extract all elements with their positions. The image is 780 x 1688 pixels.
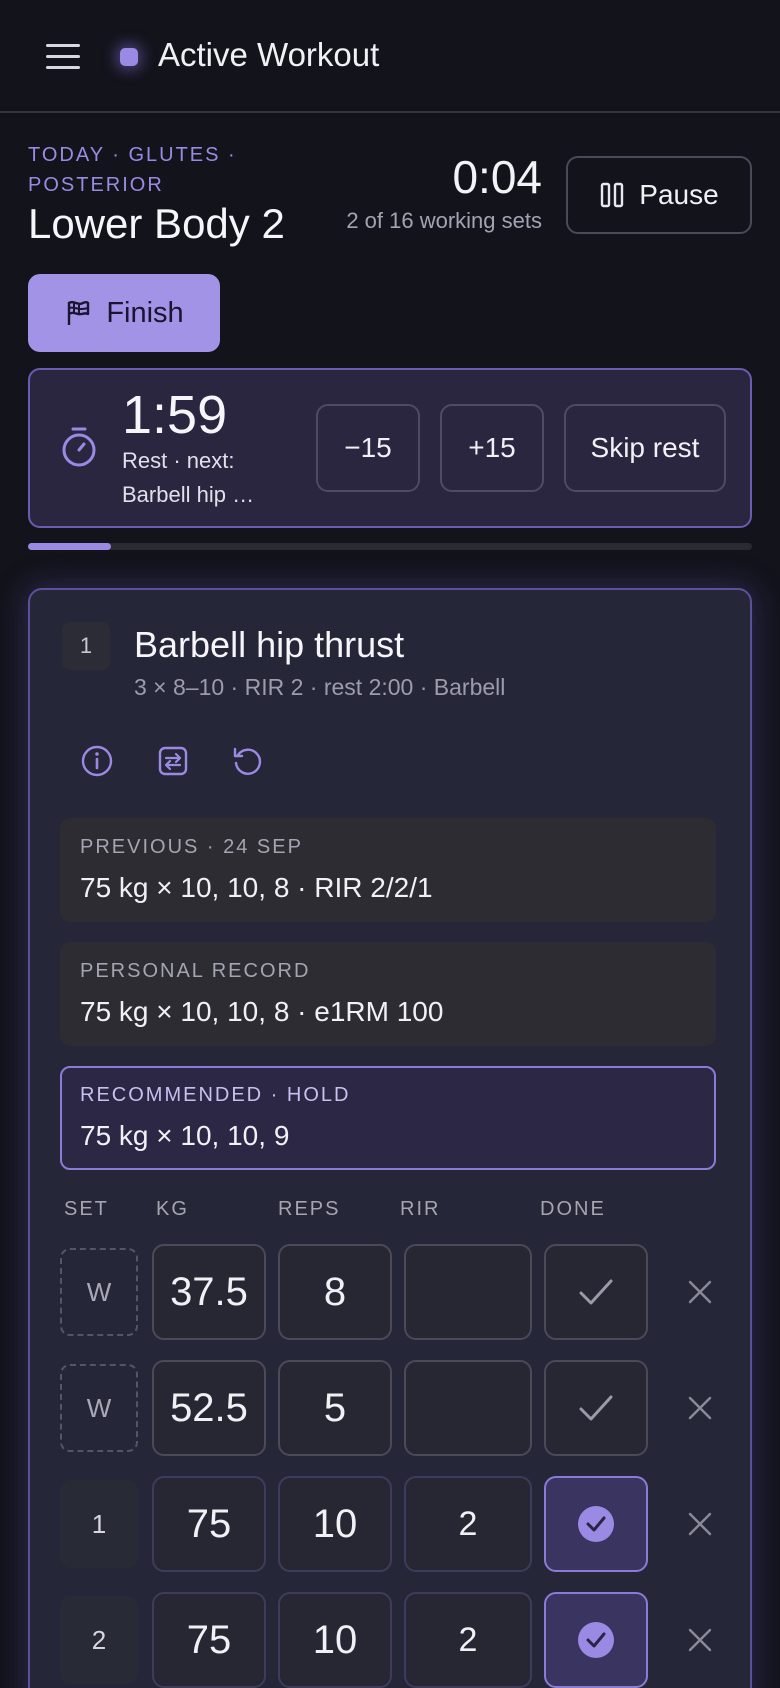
set-number: W — [60, 1364, 138, 1452]
workout-name: Lower Body 2 — [28, 200, 285, 247]
exercise-name: Barbell hip thrust — [134, 624, 405, 665]
rest-progress-fill — [28, 543, 112, 550]
reps-input[interactable]: 10 — [278, 1476, 392, 1572]
pause-button[interactable]: Pause — [566, 156, 752, 234]
record-value: 75 kg × 10, 10, 8 · e1RM 100 — [80, 996, 444, 1027]
rir-input[interactable] — [404, 1360, 532, 1456]
info-icon[interactable] — [80, 744, 114, 778]
done-toggle[interactable] — [544, 1476, 648, 1572]
elapsed-timer: 0:04 — [452, 151, 542, 203]
remove-set-icon[interactable] — [682, 1506, 718, 1542]
finish-label: Finish — [106, 296, 184, 329]
check-icon — [579, 1279, 613, 1305]
recommended-value: 75 kg × 10, 10, 9 — [80, 1120, 290, 1151]
page-title: Active Workout — [158, 36, 380, 73]
check-icon — [579, 1395, 613, 1421]
remove-set-icon[interactable] — [682, 1390, 718, 1426]
skip-rest-button[interactable]: Skip rest — [564, 404, 726, 492]
set-row: W 52.5 5 — [60, 1360, 720, 1456]
stopwatch-icon — [62, 427, 96, 467]
check-circle-icon — [578, 1506, 614, 1542]
reps-input[interactable]: 10 — [278, 1592, 392, 1688]
set-number: 2 — [60, 1596, 138, 1684]
menu-icon[interactable] — [46, 42, 82, 70]
set-row: 1 75 10 2 — [60, 1476, 720, 1572]
rest-minus-15-button[interactable]: −15 — [316, 404, 420, 492]
recommendation: RECOMMENDED · HOLD 75 kg × 10, 10, 9 — [60, 1066, 716, 1170]
live-indicator — [120, 48, 138, 66]
previous-label: PREVIOUS · 24 SEP — [80, 836, 303, 858]
reps-input[interactable]: 8 — [278, 1244, 392, 1340]
exercise-card: 1 Barbell hip thrust 3 × 8–10 · RIR 2 · … — [28, 588, 752, 1688]
rir-input[interactable]: 2 — [404, 1592, 532, 1688]
previous-performance: PREVIOUS · 24 SEP 75 kg × 10, 10, 8 · RI… — [60, 818, 716, 922]
pause-label: Pause — [639, 179, 719, 210]
previous-value: 75 kg × 10, 10, 8 · RIR 2/2/1 — [80, 872, 433, 903]
rest-progress-bar — [28, 543, 752, 550]
exercise-meta: 3 × 8–10 · RIR 2 · rest 2:00 · Barbell — [134, 674, 506, 700]
exercise-number: 1 — [62, 622, 110, 670]
workout-breadcrumb: TODAY · GLUTES · POSTERIOR — [28, 144, 237, 196]
personal-record: PERSONAL RECORD 75 kg × 10, 10, 8 · e1RM… — [60, 942, 716, 1046]
reps-input[interactable]: 5 — [278, 1360, 392, 1456]
weight-input[interactable]: 75 — [152, 1476, 266, 1572]
remove-set-icon[interactable] — [682, 1622, 718, 1658]
rir-input[interactable]: 2 — [404, 1476, 532, 1572]
check-circle-icon — [578, 1622, 614, 1658]
rest-countdown: 1:59 — [122, 385, 228, 445]
record-label: PERSONAL RECORD — [80, 960, 311, 982]
done-toggle[interactable] — [544, 1592, 648, 1688]
sets-progress-text: 2 of 16 working sets — [346, 208, 542, 233]
column-header-done: DONE — [540, 1198, 606, 1220]
set-number: W — [60, 1248, 138, 1336]
top-bar: Active Workout — [0, 0, 780, 113]
undo-icon[interactable] — [230, 744, 264, 778]
pause-icon — [601, 182, 624, 208]
swap-icon[interactable] — [156, 744, 190, 778]
rest-plus-15-button[interactable]: +15 — [440, 404, 544, 492]
set-row: 2 75 10 2 — [60, 1592, 720, 1688]
recommended-label: RECOMMENDED · HOLD — [80, 1084, 351, 1106]
finish-button[interactable]: Finish — [28, 274, 220, 352]
done-toggle[interactable] — [544, 1244, 648, 1340]
column-header-kg: KG — [156, 1198, 189, 1220]
column-header-reps: REPS — [278, 1198, 341, 1220]
set-row: W 37.5 8 — [60, 1244, 720, 1340]
rest-timer-card: 1:59 Rest · next: Barbell hip … −15 +15 … — [28, 368, 752, 528]
rir-input[interactable] — [404, 1244, 532, 1340]
flag-icon — [68, 300, 90, 325]
remove-set-icon[interactable] — [682, 1274, 718, 1310]
done-toggle[interactable] — [544, 1360, 648, 1456]
weight-input[interactable]: 52.5 — [152, 1360, 266, 1456]
column-header-rir: RIR — [400, 1198, 441, 1220]
column-header-set: SET — [64, 1198, 109, 1220]
set-number: 1 — [60, 1480, 138, 1568]
weight-input[interactable]: 75 — [152, 1592, 266, 1688]
rest-next-text: Rest · next: Barbell hip … — [122, 448, 255, 507]
weight-input[interactable]: 37.5 — [152, 1244, 266, 1340]
